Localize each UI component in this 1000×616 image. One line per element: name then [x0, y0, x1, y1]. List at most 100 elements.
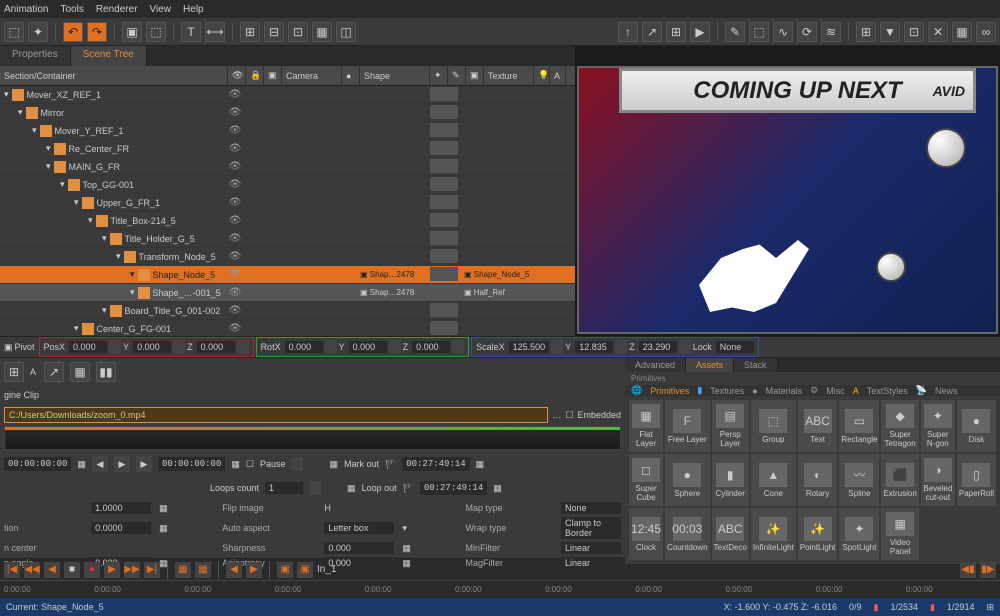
globe-icon[interactable]: 🌐: [631, 385, 642, 396]
asset-item[interactable]: ▦Flat Layer: [629, 400, 663, 452]
scale-y-input[interactable]: 12.835: [575, 341, 613, 353]
tool-btn[interactable]: ▶: [690, 22, 710, 42]
tree-node[interactable]: ▾Top_GG-001👁: [0, 176, 575, 194]
expand-icon[interactable]: ▾: [46, 143, 51, 154]
visibility-toggle[interactable]: 👁: [228, 304, 242, 318]
asset-item[interactable]: ●Sphere: [665, 454, 709, 506]
tool-btn[interactable]: ⬚: [146, 22, 166, 42]
tool-btn[interactable]: ⊡: [288, 22, 308, 42]
flip-h-button[interactable]: H: [324, 503, 394, 513]
menu-renderer[interactable]: Renderer: [96, 4, 138, 15]
move-handle-icon[interactable]: [444, 195, 458, 209]
spinner[interactable]: [291, 457, 303, 471]
subtab-misc[interactable]: Misc: [826, 386, 845, 396]
preview-viewport[interactable]: COMING UP NEXT AVID: [575, 46, 1000, 336]
move-handle-icon[interactable]: [444, 141, 458, 155]
expand-icon[interactable]: ▾: [74, 323, 79, 334]
rot-x-input[interactable]: 0.000: [285, 341, 323, 353]
tool-undo[interactable]: ↶: [63, 22, 83, 42]
asset-item[interactable]: ▮Cylinder: [712, 454, 749, 506]
visibility-toggle[interactable]: 👁: [228, 286, 242, 300]
tree-node[interactable]: ▾Center_G_FG-001👁: [0, 320, 575, 336]
expand-icon[interactable]: ▾: [60, 179, 65, 190]
menu-animation[interactable]: Animation: [4, 4, 48, 15]
key-icon[interactable]: ▣: [268, 70, 277, 81]
move-handle-icon[interactable]: [444, 177, 458, 191]
tree-node[interactable]: ▾Mover_Y_REF_1👁: [0, 122, 575, 140]
transport-btn[interactable]: ▦: [195, 562, 211, 578]
scene-tree[interactable]: ▾Mover_XZ_REF_1👁▾Mirror👁▾Mover_Y_REF_1👁▾…: [0, 86, 575, 336]
transport-btn[interactable]: ▣: [297, 562, 313, 578]
tool-btn[interactable]: ▦: [952, 22, 972, 42]
clip-path-input[interactable]: C:/Users/Downloads/zoom_0.mp4: [4, 407, 548, 423]
visibility-toggle[interactable]: 👁: [228, 268, 242, 282]
expand-icon[interactable]: ▾: [102, 305, 107, 316]
asset-item[interactable]: ▭Rectangle: [839, 400, 879, 452]
spinner[interactable]: [389, 340, 401, 354]
step-fwd-button[interactable]: ▶▶: [124, 562, 140, 578]
pos-y-input[interactable]: 0.000: [133, 341, 171, 353]
tool-redo[interactable]: ↷: [87, 22, 107, 42]
visibility-toggle[interactable]: 👁: [228, 196, 242, 210]
tree-node[interactable]: ▾Title_Holder_G_5👁: [0, 230, 575, 248]
timecode-start[interactable]: 00:00:00:00: [4, 457, 71, 471]
expand-icon[interactable]: ▾: [116, 251, 121, 262]
subtab-textures[interactable]: Textures: [710, 386, 744, 396]
asset-item[interactable]: ABCText: [798, 400, 838, 452]
tl-btn[interactable]: ↗: [44, 362, 64, 382]
spinner[interactable]: [309, 481, 321, 495]
visibility-toggle[interactable]: 👁: [228, 142, 242, 156]
move-handle-icon[interactable]: [444, 123, 458, 137]
angle-input[interactable]: 0.000: [91, 557, 151, 569]
transport-btn[interactable]: ▶: [246, 562, 262, 578]
tool-btn[interactable]: ⊡: [904, 22, 924, 42]
move-handle-icon[interactable]: [430, 87, 444, 101]
tool-btn[interactable]: ⊞: [240, 22, 260, 42]
expand-icon[interactable]: ▾: [130, 287, 135, 298]
tl-pause-icon[interactable]: ▮▮: [96, 362, 116, 382]
tool-settings-icon[interactable]: ✕: [928, 22, 948, 42]
move-handle-icon[interactable]: [444, 159, 458, 173]
tool-btn[interactable]: ⟳: [797, 22, 817, 42]
asset-item[interactable]: ◻Super Cube: [629, 454, 663, 506]
rot-y-input[interactable]: 0.000: [349, 341, 387, 353]
texture-ref[interactable]: ▣ Half_Ref: [464, 288, 505, 297]
visibility-toggle[interactable]: 👁: [228, 178, 242, 192]
lock-icon[interactable]: 🔒: [250, 70, 261, 81]
expand-icon[interactable]: ▾: [130, 269, 135, 280]
asset-item[interactable]: ▤Persp Layer: [712, 400, 749, 452]
tool-link-icon[interactable]: ∞: [976, 22, 996, 42]
tree-node[interactable]: ▾Shape_…-001_5👁▣ Shap…2478▣ Half_Ref: [0, 284, 575, 302]
tree-node[interactable]: ▾Title_Box-214_5👁: [0, 212, 575, 230]
asset-item[interactable]: ✨InfiniteLight: [751, 508, 796, 560]
expand-icon[interactable]: ▾: [88, 215, 93, 226]
step-back-button[interactable]: ◀◀: [24, 562, 40, 578]
expand-icon[interactable]: ▾: [4, 89, 9, 100]
play-button[interactable]: ▶: [104, 562, 120, 578]
tool-btn[interactable]: ✎: [725, 22, 745, 42]
checker-icon[interactable]: ▦: [476, 459, 485, 470]
go-end-button[interactable]: ▶|: [144, 562, 160, 578]
tl-btn[interactable]: ⊞: [4, 362, 24, 382]
map-type-select[interactable]: None: [561, 502, 621, 514]
loops-input[interactable]: 1: [265, 482, 303, 494]
subtab-materials[interactable]: Materials: [766, 386, 803, 396]
tree-node[interactable]: ▾Board_Title_G_001-002👁: [0, 302, 575, 320]
sharpness-input[interactable]: 0.000: [324, 542, 394, 554]
spinner[interactable]: [615, 340, 627, 354]
pos-z-input[interactable]: 0.000: [197, 341, 235, 353]
visibility-toggle[interactable]: 👁: [228, 160, 242, 174]
tool-btn[interactable]: ⬚: [4, 22, 24, 42]
move-handle-icon[interactable]: [444, 285, 458, 299]
flag-icon[interactable]: 🏴: [403, 483, 414, 494]
asset-item[interactable]: ✨PointLight: [798, 508, 838, 560]
asset-item[interactable]: 12:45Clock: [629, 508, 663, 560]
tree-node[interactable]: ▾Mover_XZ_REF_1👁: [0, 86, 575, 104]
move-handle-icon[interactable]: [444, 231, 458, 245]
move-handle-icon[interactable]: [444, 213, 458, 227]
move-handle-icon[interactable]: [430, 303, 444, 317]
browse-button[interactable]: …: [552, 410, 561, 420]
asset-item[interactable]: ◑Beveled cut-out: [921, 454, 955, 506]
pause-checkbox[interactable]: ☐: [246, 459, 254, 470]
asset-item[interactable]: ▦Video Panel: [881, 508, 918, 560]
